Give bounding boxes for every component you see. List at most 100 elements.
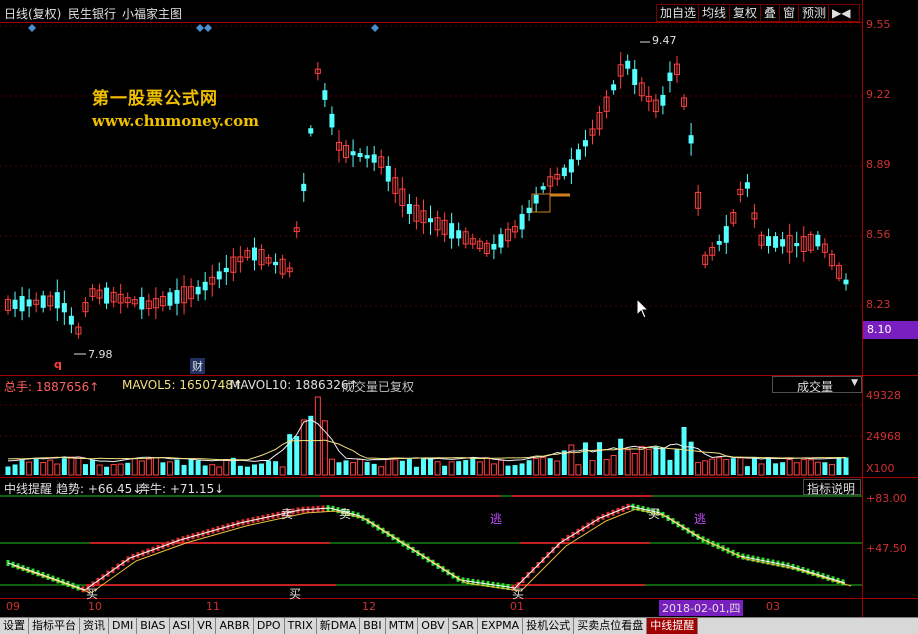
volume-bar-up — [47, 459, 54, 476]
volume-bar-up — [223, 459, 230, 476]
tab-13[interactable]: OBV — [418, 618, 449, 634]
candle-body-down — [815, 234, 821, 247]
volume-bar-down — [399, 460, 405, 475]
volume-bar-down — [406, 458, 412, 475]
candle-body-down — [195, 286, 201, 295]
volume-bar-up — [75, 456, 82, 476]
volume-bar-down — [33, 458, 39, 475]
volume-bar-down — [751, 457, 757, 475]
price-tick: 8.23 — [866, 298, 891, 311]
tab-11[interactable]: BBI — [360, 618, 386, 634]
volume-bar-down — [266, 460, 272, 475]
volume-bar-up — [490, 463, 497, 476]
forecast-button[interactable]: 预测 — [798, 4, 831, 22]
candle-body-down — [104, 287, 110, 304]
tab-7[interactable]: ARBR — [216, 618, 254, 634]
volume-bar-up — [138, 460, 145, 476]
time-label: 09 — [6, 600, 20, 613]
candle-body-down — [716, 241, 722, 245]
candle-body-down — [498, 234, 504, 248]
adjust-rights-button[interactable]: 复权 — [729, 4, 762, 22]
volume-bar-down — [660, 447, 666, 475]
tab-3[interactable]: DMI — [109, 618, 138, 634]
volume-bar-up — [483, 457, 490, 476]
candle-body-down — [26, 299, 32, 307]
sell-signal: 卖 — [339, 507, 352, 521]
tab-14[interactable]: SAR — [449, 618, 479, 634]
tab-1[interactable]: 指标平台 — [29, 618, 80, 634]
volume-bar-down — [822, 462, 828, 475]
period-mode-label[interactable]: 日线(复权) — [4, 5, 61, 22]
candle-body-down — [301, 183, 307, 191]
volume-chart[interactable] — [0, 393, 862, 477]
overlay-button[interactable]: 叠 — [760, 4, 781, 22]
volume-bar-up — [800, 458, 807, 476]
price-tick: 9.55 — [866, 18, 891, 31]
tab-17[interactable]: 买卖点位看盘 — [574, 618, 648, 634]
tab-10[interactable]: 新DMA — [317, 618, 361, 634]
tab-4[interactable]: BIAS — [137, 618, 170, 634]
tab-0[interactable]: 设置 — [0, 618, 29, 634]
volume-bar-up — [434, 461, 441, 476]
candle-body-down — [843, 279, 849, 285]
indicator-mid-red-segment — [90, 542, 330, 544]
signal-diamond-icon — [371, 24, 379, 32]
candle-body-down — [568, 159, 574, 173]
volume-bar-down — [19, 460, 25, 475]
marker-q: q — [54, 358, 62, 371]
candle-body-down — [273, 261, 279, 266]
candle-body-down — [540, 186, 546, 190]
volume-bar-up — [279, 466, 286, 476]
volume-tick: 49328 — [866, 389, 901, 402]
sell-signal: 卖 — [281, 507, 294, 521]
window-button[interactable]: 窗 — [779, 4, 800, 22]
financial-report-marker[interactable]: 财 — [190, 358, 205, 374]
tab-12[interactable]: MTM — [386, 618, 419, 634]
panel-toggle-icon[interactable]: ▶◀ — [828, 4, 860, 22]
candle-body-down — [428, 218, 434, 223]
signal-diamond-icon — [204, 24, 212, 32]
volume-indicator-select[interactable]: 成交量 ▼ — [772, 376, 862, 394]
volume-bar-down — [273, 461, 279, 475]
candle-body-down — [406, 204, 412, 214]
volume-bar-down — [681, 427, 687, 475]
tab-15[interactable]: EXPMA — [478, 618, 524, 634]
volume-bar-down — [512, 465, 518, 475]
tab-6[interactable]: VR — [194, 618, 217, 634]
main-template-name[interactable]: 小福家主图 — [122, 5, 182, 22]
low-price-annotation: 7.98 — [88, 348, 113, 361]
tab-5[interactable]: ASI — [170, 618, 195, 634]
volume-bar-up — [624, 449, 631, 476]
candlestick-chart[interactable] — [0, 22, 862, 375]
volume-bar-down — [674, 449, 680, 475]
volume-bar-up — [575, 464, 582, 476]
volume-bar-up — [392, 459, 399, 476]
signal-diamond-icon — [196, 24, 204, 32]
candle-body-down — [54, 292, 60, 309]
candle-body-down — [329, 113, 335, 128]
tab-16[interactable]: 投机公式 — [523, 618, 575, 634]
tab-8[interactable]: DPO — [254, 618, 285, 634]
moving-average-button[interactable]: 均线 — [698, 4, 731, 22]
candle-body-down — [744, 182, 750, 189]
indicator-chart[interactable] — [0, 478, 862, 598]
candle-body-down — [780, 239, 786, 247]
time-label: 10 — [88, 600, 102, 613]
add-watchlist-button[interactable]: 加自选 — [656, 4, 701, 22]
tab-18[interactable]: 中线提醒 — [647, 618, 699, 634]
volume-bar-up — [814, 461, 821, 476]
volume-bar-up — [645, 448, 652, 476]
volume-bar-down — [582, 442, 588, 475]
volume-bar-up — [54, 463, 61, 476]
candle-body-down — [167, 292, 173, 306]
candle-body-down — [350, 151, 356, 156]
volume-bar-up — [540, 457, 547, 476]
volume-bar-up — [793, 462, 800, 476]
tab-2[interactable]: 资讯 — [80, 618, 109, 634]
mouse-cursor-icon — [636, 298, 650, 319]
candle-body-down — [174, 290, 180, 304]
tab-9[interactable]: TRIX — [285, 618, 317, 634]
volume-bar-down — [442, 465, 448, 475]
candle-body-down — [371, 154, 377, 163]
volume-bar-down — [125, 462, 131, 475]
